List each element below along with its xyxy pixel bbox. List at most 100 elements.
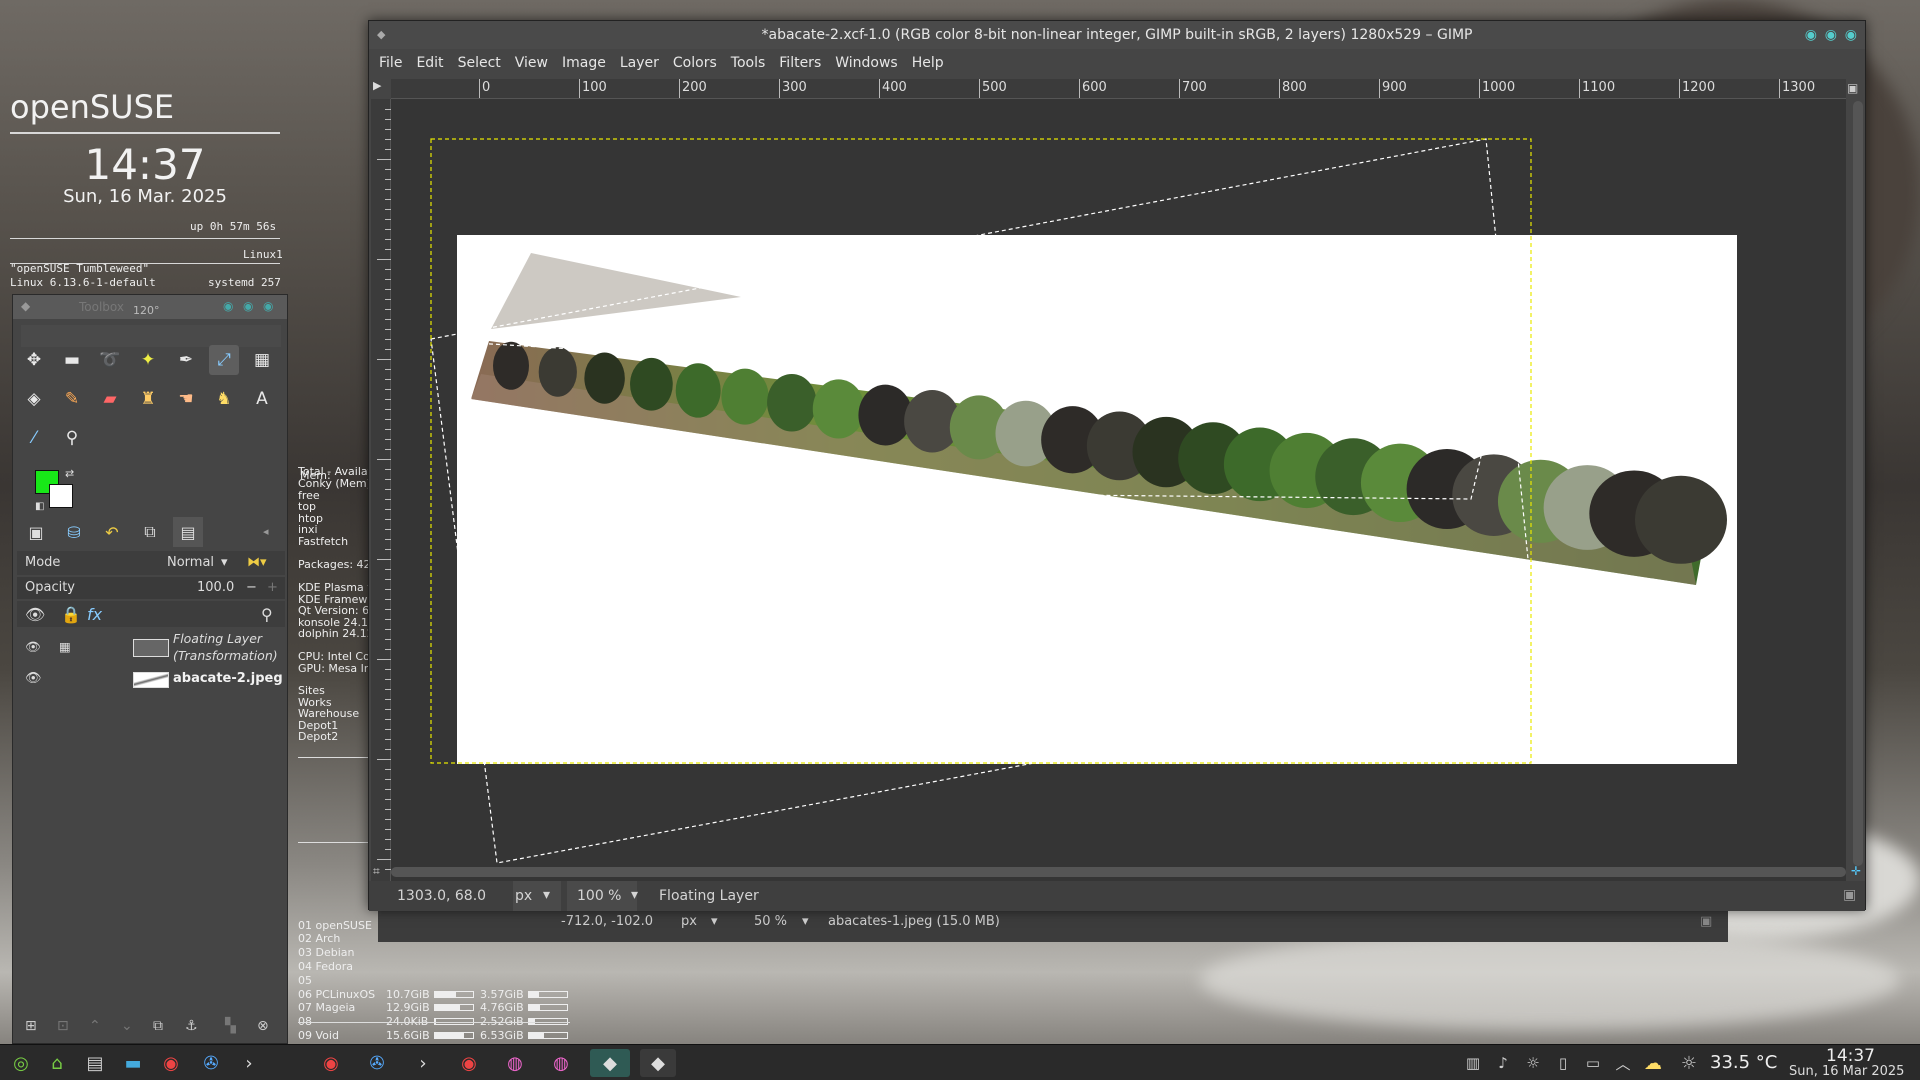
opacity-row[interactable]: Opacity 100.0 − + bbox=[17, 577, 285, 599]
default-colors-icon[interactable]: ◧ bbox=[35, 501, 44, 512]
duplicate-layer-icon[interactable]: ⧉ bbox=[153, 1018, 163, 1034]
menu-file[interactable]: File bbox=[379, 51, 402, 75]
layer-row[interactable]: 👁 ▦ Floating Layer (Transformation) bbox=[17, 631, 285, 667]
dock-menu-icon[interactable]: ◂ bbox=[263, 525, 269, 538]
visibility-icon[interactable]: 👁 bbox=[25, 671, 42, 686]
weather-sun-icon[interactable]: ☁ bbox=[1638, 1049, 1668, 1077]
move-tool-icon[interactable]: ✥ bbox=[19, 345, 49, 375]
zoom-fit-icon[interactable]: ▣ bbox=[1847, 81, 1858, 95]
new-group-icon[interactable]: ⊡ bbox=[57, 1018, 69, 1034]
menu-select[interactable]: Select bbox=[458, 51, 501, 75]
color-picker-tool-icon[interactable]: ⁄ bbox=[19, 423, 49, 453]
composite-mode-icon[interactable]: ⧓▾ bbox=[247, 551, 267, 575]
chrome-icon[interactable]: ◉ bbox=[156, 1049, 186, 1077]
fuzzy-select-tool-icon[interactable]: ✦ bbox=[133, 345, 163, 375]
layers-tab-icon[interactable]: ▤ bbox=[173, 517, 203, 547]
raise-layer-icon[interactable]: ⌃ bbox=[89, 1018, 101, 1034]
taskbar-clock[interactable]: 14:37 bbox=[1826, 1046, 1875, 1066]
terminal-task-icon[interactable]: › bbox=[408, 1049, 438, 1077]
bg-zoom-select[interactable]: 50 % bbox=[754, 914, 787, 929]
gimp-task-icon[interactable]: ◆ bbox=[640, 1049, 676, 1077]
window-menu-icon[interactable]: ◆ bbox=[377, 21, 385, 49]
clone-tool-icon[interactable]: ♜ bbox=[133, 384, 163, 414]
zoom-tool-icon[interactable]: ⚲ bbox=[57, 423, 87, 453]
visibility-icon[interactable]: 👁 bbox=[25, 639, 41, 655]
chevron-down-icon[interactable]: ▾ bbox=[711, 914, 718, 929]
menu-view[interactable]: View bbox=[515, 51, 548, 75]
smudge-tool-icon[interactable]: ☚ bbox=[171, 384, 201, 414]
images-tab-icon[interactable]: ⧉ bbox=[135, 517, 165, 547]
vertical-ruler[interactable] bbox=[371, 99, 391, 889]
window-titlebar[interactable]: ◆ *abacate-2.xcf-1.0 (RGB color 8-bit no… bbox=[369, 21, 1865, 49]
bucket-fill-tool-icon[interactable]: ◈ bbox=[19, 384, 49, 414]
opacity-increase-icon[interactable]: + bbox=[267, 577, 278, 599]
menu-image[interactable]: Image bbox=[562, 51, 606, 75]
menu-layer[interactable]: Layer bbox=[620, 51, 659, 75]
chevron-down-icon[interactable]: ▾ bbox=[221, 551, 228, 575]
chevron-down-icon[interactable]: ▾ bbox=[631, 887, 638, 903]
chrome-task-icon[interactable]: ◉ bbox=[316, 1049, 346, 1077]
maximize-icon[interactable]: ◉ bbox=[1825, 21, 1837, 49]
terminal-icon[interactable]: › bbox=[234, 1049, 264, 1077]
transform-tool-icon[interactable]: ⤢ bbox=[209, 345, 239, 375]
gimp-task-icon[interactable]: ◆ bbox=[590, 1049, 630, 1077]
app-task-icon[interactable]: ◍ bbox=[500, 1049, 530, 1077]
new-layer-icon[interactable]: ⊞ bbox=[25, 1018, 37, 1034]
opacity-decrease-icon[interactable]: − bbox=[246, 577, 257, 599]
visibility-icon[interactable]: 👁 bbox=[25, 605, 45, 624]
effects-icon[interactable]: fx bbox=[87, 605, 102, 624]
lower-layer-icon[interactable]: ⌄ bbox=[121, 1018, 133, 1034]
swap-colors-icon[interactable]: ⇄ bbox=[65, 467, 74, 480]
close-icon[interactable]: ◉ bbox=[1845, 21, 1857, 49]
rect-select-tool-icon[interactable]: ▬ bbox=[57, 345, 87, 375]
bg-unit-select[interactable]: px bbox=[681, 914, 697, 929]
zoom-select[interactable]: 100 % bbox=[577, 888, 621, 904]
layer-row[interactable]: 👁 abacate-2.jpeg bbox=[17, 669, 285, 693]
chrome-task-icon[interactable]: ◉ bbox=[454, 1049, 484, 1077]
close-icon[interactable]: ◉ bbox=[263, 299, 273, 313]
expand-tray-icon[interactable]: ︿ bbox=[1608, 1049, 1638, 1077]
tool-options-tab-icon[interactable]: ▣ bbox=[21, 517, 51, 547]
opacity-value[interactable]: 100.0 bbox=[197, 577, 234, 599]
taskbar-date[interactable]: Sun, 16 Mar 2025 bbox=[1789, 1064, 1904, 1079]
clipboard-icon[interactable]: ▥ bbox=[1458, 1049, 1488, 1077]
text-tool-icon[interactable]: A bbox=[247, 384, 277, 414]
navigate-icon[interactable]: ▣ bbox=[1700, 914, 1712, 929]
lock-icon[interactable]: 🔒 bbox=[61, 605, 81, 624]
mode-row[interactable]: Mode Normal ▾ ⧓▾ bbox=[17, 551, 285, 575]
menu-windows[interactable]: Windows bbox=[835, 51, 898, 75]
menu-tools[interactable]: Tools bbox=[731, 51, 766, 75]
chevron-down-icon[interactable]: ▾ bbox=[802, 914, 809, 929]
eraser-tool-icon[interactable]: ▰ bbox=[95, 384, 125, 414]
delete-layer-icon[interactable]: ⊗ bbox=[257, 1018, 269, 1034]
image-canvas[interactable]: ✛ bbox=[391, 99, 1846, 884]
maximize-icon[interactable]: ◉ bbox=[243, 299, 253, 313]
display-icon[interactable]: ▭ bbox=[1578, 1049, 1608, 1077]
search-icon[interactable]: ⚲ bbox=[261, 605, 273, 624]
weather-icon[interactable]: ☼ bbox=[1674, 1049, 1704, 1077]
anchor-layer-icon[interactable]: ⚓ bbox=[185, 1018, 198, 1034]
battery-icon[interactable]: ▯ bbox=[1548, 1049, 1578, 1077]
chevron-down-icon[interactable]: ▾ bbox=[543, 887, 550, 903]
navigate-icon[interactable]: ⌗ bbox=[373, 864, 380, 879]
menu-colors[interactable]: Colors bbox=[673, 51, 717, 75]
toolbox-titlebar[interactable]: ◆ Toolbox 120° ◉ ◉ ◉ bbox=[13, 295, 287, 319]
minimize-icon[interactable]: ◉ bbox=[223, 299, 233, 313]
zoom-corner-icon[interactable]: ✛ bbox=[1851, 864, 1861, 878]
paintbrush-tool-icon[interactable]: ✎ bbox=[57, 384, 87, 414]
background-color-swatch[interactable] bbox=[49, 484, 73, 508]
navigation-preview-icon[interactable]: ▣ bbox=[1843, 887, 1856, 903]
quick-mask-corner-icon[interactable]: ▶ bbox=[373, 79, 389, 97]
horizontal-ruler[interactable]: 0 100 200 300 400 500 600 700 800 900 1000 1100 1200… bbox=[391, 79, 1846, 99]
temperature[interactable]: 33.5 °C bbox=[1710, 1052, 1777, 1073]
menu-filters[interactable]: Filters bbox=[779, 51, 821, 75]
minimize-icon[interactable]: ◉ bbox=[1805, 21, 1817, 49]
volume-icon[interactable]: ♪ bbox=[1488, 1049, 1518, 1077]
file-manager-icon[interactable]: ▬ bbox=[118, 1049, 148, 1077]
browser-icon[interactable]: ✇ bbox=[196, 1049, 226, 1077]
brightness-icon[interactable]: ☼ bbox=[1518, 1049, 1548, 1077]
settings-icon[interactable]: ▤ bbox=[80, 1049, 110, 1077]
dodge-tool-icon[interactable]: ♞ bbox=[209, 384, 239, 414]
menu-edit[interactable]: Edit bbox=[416, 51, 443, 75]
vertical-scrollbar[interactable] bbox=[1853, 101, 1863, 866]
